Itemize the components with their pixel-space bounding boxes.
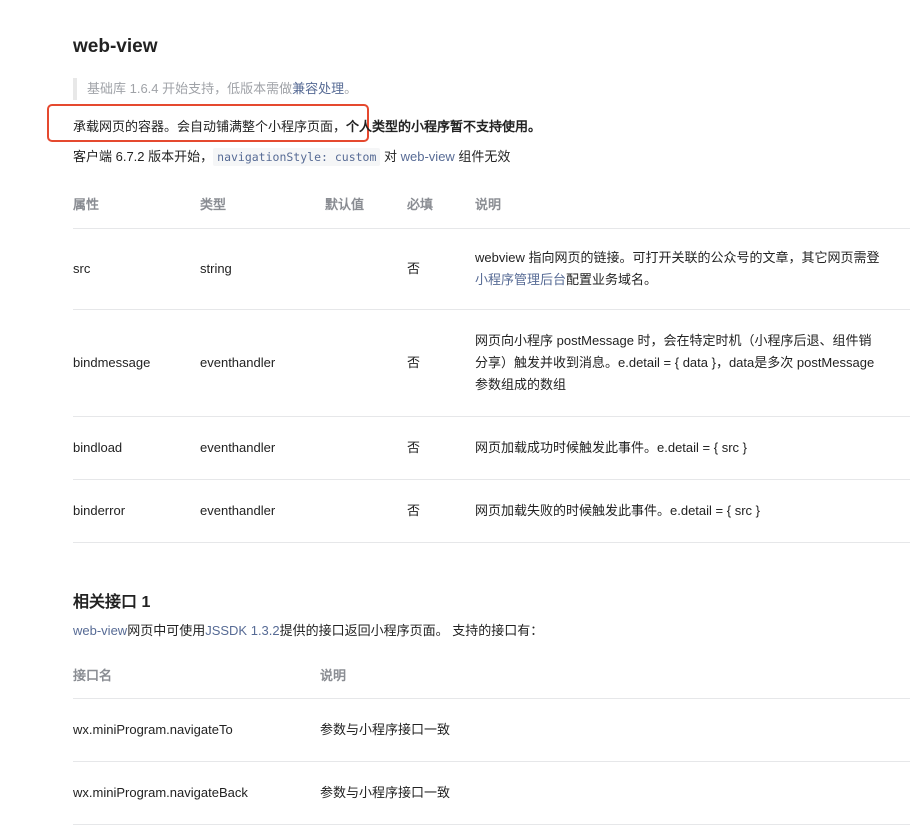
attr-default (325, 309, 407, 417)
attr-desc-line: 参数组成的数组 (475, 377, 567, 392)
attributes-table: 属性 类型 默认值 必填 说明 src string 否 webview 指向网… (73, 178, 910, 543)
attr-type: eventhandler (200, 309, 325, 417)
version-note-text: 基础库 1.6.4 开始支持，低版本需做 (87, 81, 293, 96)
api-name: wx.miniProgram.navigateTo (73, 698, 320, 762)
client-note-prefix: 客户端 6.7.2 版本开始， (73, 149, 214, 164)
attr-type: eventhandler (200, 479, 325, 543)
compat-link[interactable]: 兼容处理 (292, 81, 344, 96)
header-required: 必填 (407, 178, 475, 229)
attr-required: 否 (407, 479, 475, 543)
attr-desc-line: 分享）触发并收到消息。e.detail = { data }，data是多次 p… (475, 355, 875, 370)
header-api-name: 接口名 (73, 650, 320, 699)
web-view-link[interactable]: web-view (73, 623, 127, 638)
attr-desc-line: 小程序管理后台配置业务域名。 (475, 269, 910, 291)
table-row: bindload eventhandler 否 网页加载成功时候触发此事件。e.… (73, 416, 910, 480)
table-row: binderror eventhandler 否 网页加载失败的时候触发此事件。… (73, 479, 910, 543)
related-api-title: 相关接口 1 (73, 594, 151, 611)
attr-name: bindload (73, 416, 200, 480)
table-header-row: 属性 类型 默认值 必填 说明 (73, 178, 910, 229)
attr-type: string (200, 228, 325, 310)
table-header-row: 接口名 说明 (73, 650, 910, 699)
api-desc: 参数与小程序接口一致 (320, 698, 910, 762)
client-note-mid: 对 (380, 149, 401, 164)
client-note-suffix: 组件无效 (454, 149, 511, 164)
api-table: 接口名 说明 wx.miniProgram.navigateTo 参数与小程序接… (73, 650, 910, 825)
web-view-link[interactable]: web-view (401, 149, 455, 164)
attr-type: eventhandler (200, 416, 325, 480)
attr-default (325, 416, 407, 480)
navigation-style-code: navigationStyle: custom (213, 148, 381, 166)
description-warning: 个人类型的小程序暂不支持使用。 (346, 119, 542, 134)
attr-desc: 网页加载失败的时候触发此事件。e.detail = { src } (475, 479, 910, 543)
client-version-note: 客户端 6.7.2 版本开始， navigationStyle: custom 对… (73, 146, 511, 166)
header-type: 类型 (200, 178, 325, 229)
attr-desc-line: 网页向小程序 postMessage 时，会在特定时机（小程序后退、组件销 (475, 333, 872, 348)
attr-required: 否 (407, 416, 475, 480)
attr-name: bindmessage (73, 309, 200, 417)
related-desc-suffix: 提供的接口返回小程序页面。 支持的接口有： (279, 623, 544, 638)
table-row: wx.miniProgram.navigateTo 参数与小程序接口一致 (73, 698, 910, 762)
related-desc-mid: 网页中可使用 (127, 623, 206, 638)
attr-desc-suffix: 配置业务域名。 (566, 272, 658, 287)
jssdk-link[interactable]: JSSDK 1.3.2 (205, 623, 279, 638)
header-default: 默认值 (325, 178, 407, 229)
mp-admin-link[interactable]: 小程序管理后台 (475, 272, 566, 287)
header-attr: 属性 (73, 178, 200, 229)
component-description: 承载网页的容器。会自动铺满整个小程序页面，个人类型的小程序暂不支持使用。 (73, 116, 541, 135)
attr-desc-line: webview 指向网页的链接。可打开关联的公众号的文章，其它网页需登 (475, 250, 880, 265)
attr-required: 否 (407, 228, 475, 310)
attr-default (325, 228, 407, 310)
table-row: bindmessage eventhandler 否 网页向小程序 postMe… (73, 309, 910, 417)
description-text: 承载网页的容器。会自动铺满整个小程序页面， (73, 119, 347, 134)
api-desc: 参数与小程序接口一致 (320, 761, 910, 825)
page-title: web-view (73, 36, 158, 57)
header-desc: 说明 (475, 178, 910, 229)
attr-name: binderror (73, 479, 200, 543)
api-name: wx.miniProgram.navigateBack (73, 761, 320, 825)
version-note-suffix: 。 (344, 81, 358, 96)
attr-name: src (73, 228, 200, 310)
table-row: wx.miniProgram.navigateBack 参数与小程序接口一致 (73, 761, 910, 825)
version-note: 基础库 1.6.4 开始支持，低版本需做兼容处理。 (73, 78, 587, 100)
attr-desc: 网页加载成功时候触发此事件。e.detail = { src } (475, 416, 910, 480)
table-row: src string 否 webview 指向网页的链接。可打开关联的公众号的文… (73, 228, 910, 310)
header-api-desc: 说明 (320, 650, 910, 699)
attr-desc: 网页向小程序 postMessage 时，会在特定时机（小程序后退、组件销 分享… (475, 309, 910, 417)
attr-default (325, 479, 407, 543)
attr-desc: webview 指向网页的链接。可打开关联的公众号的文章，其它网页需登 小程序管… (475, 228, 910, 310)
attr-required: 否 (407, 309, 475, 417)
related-api-desc: web-view网页中可使用JSSDK 1.3.2提供的接口返回小程序页面。 支… (73, 620, 543, 639)
